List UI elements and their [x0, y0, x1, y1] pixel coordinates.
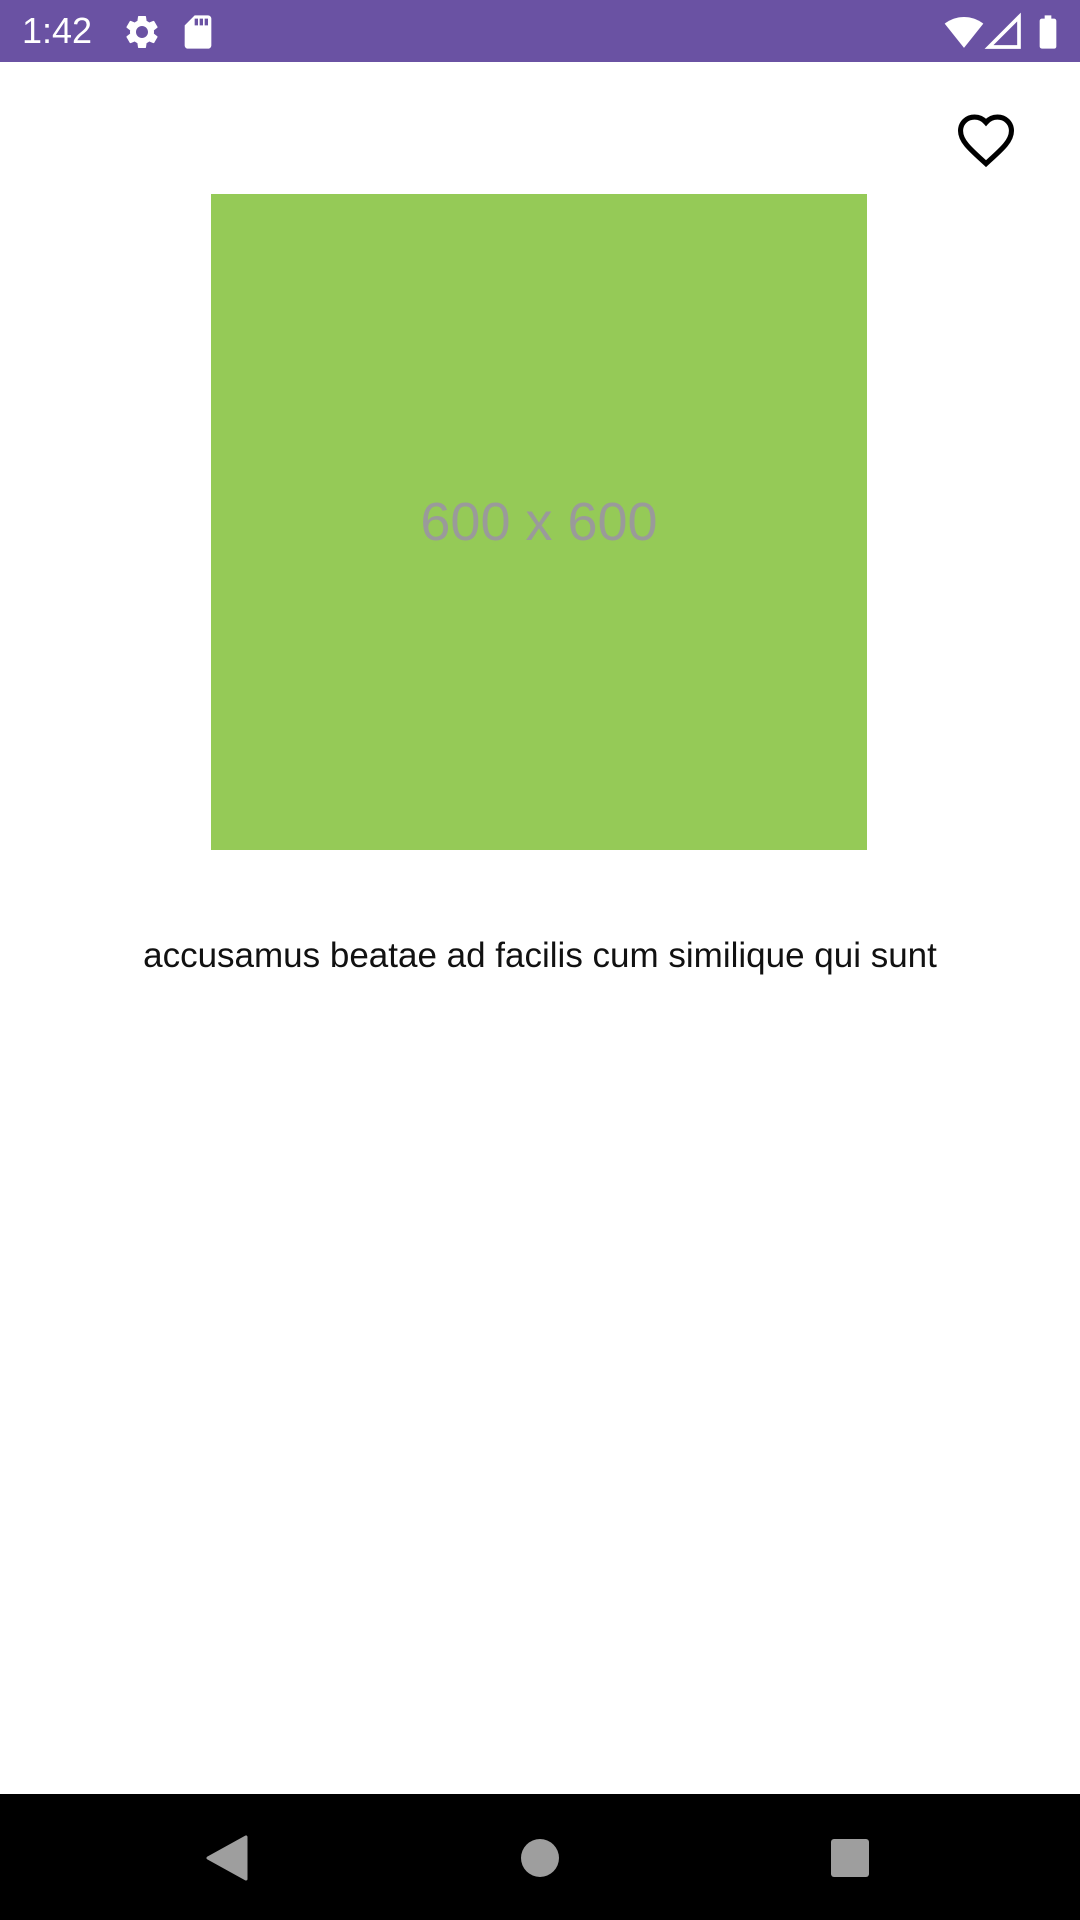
- status-time: 1:42: [22, 10, 93, 51]
- sd-card-icon: [178, 12, 218, 52]
- favorite-button[interactable]: [950, 108, 1022, 172]
- navigation-bar: [0, 1794, 1080, 1920]
- battery-icon: [1028, 12, 1068, 52]
- placeholder-label: 600 x 600: [420, 492, 658, 552]
- recents-button[interactable]: [818, 1826, 882, 1890]
- home-icon: [519, 1837, 561, 1879]
- back-button[interactable]: [194, 1826, 258, 1890]
- photo-placeholder: 600 x 600: [211, 194, 867, 850]
- heart-outline-icon: [955, 112, 1017, 168]
- back-icon: [204, 1835, 248, 1881]
- status-bar: 1:42: [0, 0, 1080, 62]
- recents-icon: [830, 1838, 870, 1878]
- settings-icon: [122, 12, 162, 52]
- screen: 1:42 600 x 600 accusamus beatae ad facil…: [0, 0, 1080, 1920]
- signal-icon: [984, 12, 1024, 52]
- home-button[interactable]: [508, 1826, 572, 1890]
- photo-title: accusamus beatae ad facilis cum similiqu…: [143, 936, 937, 975]
- wifi-icon: [944, 12, 984, 52]
